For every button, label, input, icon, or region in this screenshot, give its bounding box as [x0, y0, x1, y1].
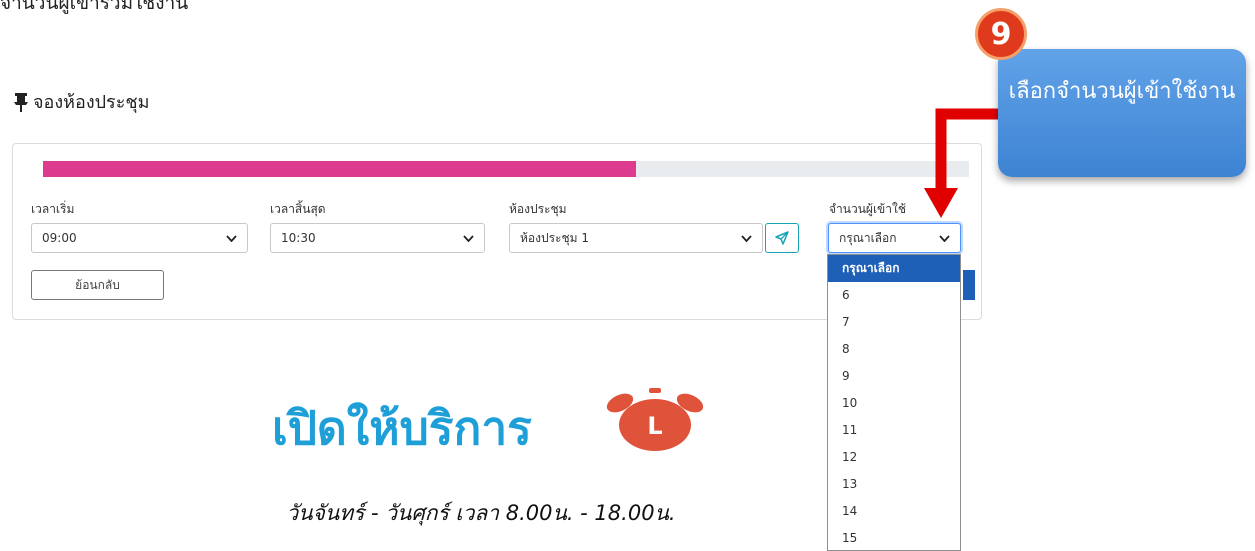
end-time-select[interactable]: 10:30	[270, 223, 485, 253]
step-callout: เลือกจำนวนผู้เข้าใช้งาน	[998, 49, 1246, 177]
clock-letter: L	[647, 412, 662, 440]
submit-button-edge[interactable]	[963, 270, 975, 300]
page-title: จองห้องประชุม	[33, 92, 150, 113]
dropdown-option[interactable]: กรุณาเลือก	[828, 255, 960, 282]
room-label: ห้องประชุม	[509, 202, 567, 216]
progress-fill	[43, 161, 636, 177]
alarm-clock-icon: L	[606, 388, 704, 451]
callout-text: เลือกจำนวนผู้เข้าใช้งาน	[1008, 79, 1236, 104]
chevron-down-icon	[226, 234, 237, 242]
chevron-down-icon	[939, 234, 950, 242]
progress-bar	[43, 161, 969, 177]
chevron-down-icon	[463, 234, 474, 242]
step-number-badge: 9	[975, 8, 1027, 60]
dropdown-option[interactable]: 12	[828, 444, 960, 471]
start-time-label: เวลาเริ่ม	[31, 202, 75, 216]
attendees-label: จำนวนผู้เข้าใช้	[829, 202, 906, 216]
send-icon	[775, 231, 789, 245]
end-time-label: เวลาสิ้นสุด	[270, 202, 326, 216]
open-title: เปิดให้บริการ	[272, 401, 532, 455]
red-arrow-annotation	[924, 108, 998, 218]
dropdown-option[interactable]: 6	[828, 282, 960, 309]
back-button[interactable]: ย้อนกลับ	[31, 270, 164, 300]
chevron-down-icon	[741, 234, 752, 242]
dropdown-option[interactable]: 11	[828, 417, 960, 444]
dropdown-option[interactable]: 13	[828, 471, 960, 498]
page-heading: จองห้องประชุม	[13, 87, 149, 116]
dropdown-option[interactable]: 9	[828, 363, 960, 390]
send-button[interactable]	[765, 223, 799, 253]
service-hours-text: วันจันทร์ - วันศุกร์ เวลา 8.00น. - 18.00…	[286, 501, 676, 525]
dropdown-option[interactable]: 8	[828, 336, 960, 363]
attendees-value: กรุณาเลือก	[839, 230, 897, 245]
page-intro-text: จำนวนผู้เข้าร่วมใช้งาน	[0, 0, 189, 14]
start-time-select[interactable]: 09:00	[31, 223, 248, 253]
room-value: ห้องประชุม 1	[520, 230, 589, 245]
dropdown-option[interactable]: 10	[828, 390, 960, 417]
dropdown-option[interactable]: 7	[828, 309, 960, 336]
pin-icon	[14, 92, 28, 112]
end-time-value: 10:30	[281, 231, 316, 245]
start-time-value: 09:00	[42, 231, 77, 245]
room-select[interactable]: ห้องประชุม 1	[509, 223, 763, 253]
attendees-select[interactable]: กรุณาเลือก	[828, 223, 961, 253]
